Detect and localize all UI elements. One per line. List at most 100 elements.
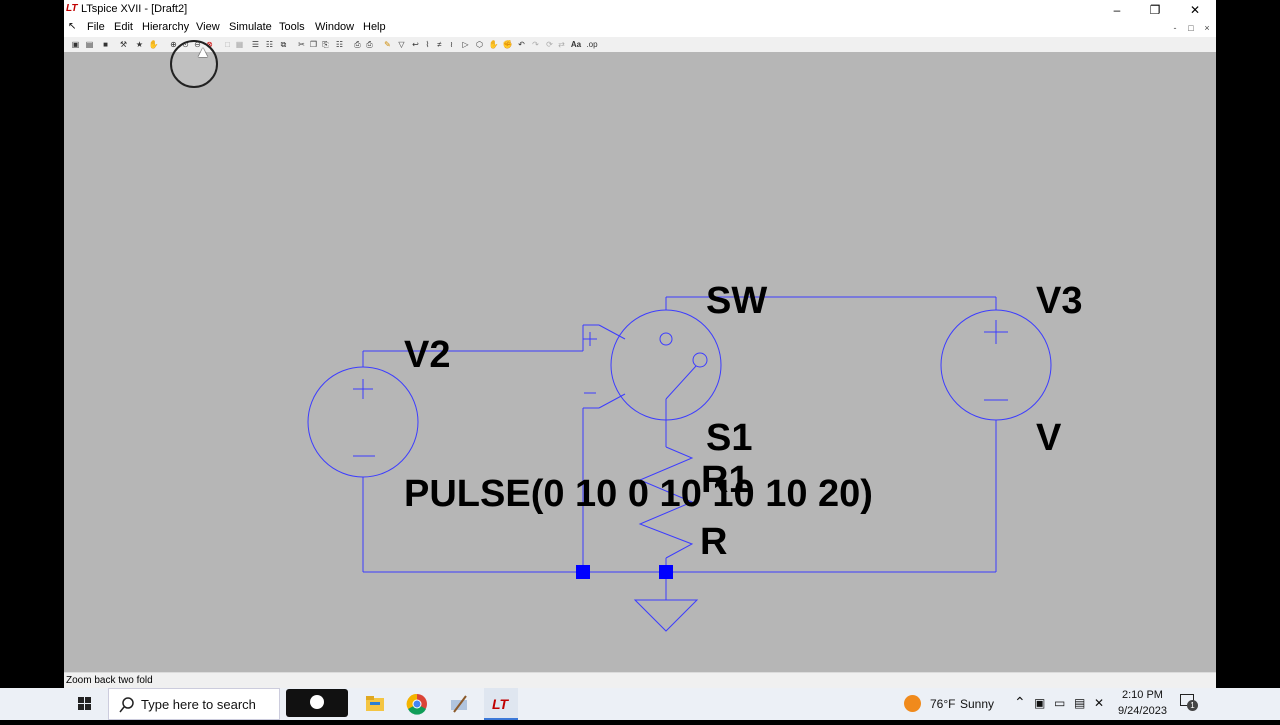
junction-dot [576,565,590,579]
undo-icon[interactable]: ↶ [516,39,527,50]
save-icon[interactable]: ■ [100,39,111,50]
status-message: Zoom back two fold [66,675,153,686]
menu-window[interactable]: Window [315,21,354,33]
tile-horizontal-icon[interactable]: ☰ [250,39,261,50]
text-tool-button[interactable]: Aa [568,39,584,50]
window-title: LTspice XVII - [Draft2] [81,3,188,15]
toolbar: ▣ ▤ ■ ⚒ ★ ✋ ⊕ ⊙ ⊖ ⊗ □ ▦ ☰ ☷ ⧉ ✂ ❐ ⎘ ☷ ⎙ … [64,37,1216,53]
r1-value-label: R [700,521,727,563]
sw-model-label: SW [706,280,767,322]
status-bar: Zoom back two fold [64,672,1216,688]
cascade-icon[interactable]: ⧉ [278,39,289,50]
inductor-icon[interactable]: ≀ [446,39,457,50]
rotate-icon[interactable]: ⟳ [544,39,555,50]
pulse-source-label: PULSE(0 10 0 10 10 10 20) [404,473,873,515]
new-schematic-icon[interactable]: ▣ [70,39,81,50]
draw-wire-icon[interactable]: ✎ [382,39,393,50]
menu-hierarchy[interactable]: Hierarchy [142,21,189,33]
menu-file[interactable]: File [87,21,105,33]
switch-arm [665,365,697,400]
meet-now-icon[interactable]: ▣ [1034,696,1045,710]
mdi-minimize-button[interactable]: - [1168,21,1182,35]
weather-desc: Sunny [960,697,995,711]
wire [598,324,626,340]
capacitor-icon[interactable]: ≠ [434,39,445,50]
minimize-button[interactable]: – [1098,0,1136,20]
close-button[interactable]: ✕ [1176,0,1214,20]
menu-bar: ↖ File Edit Hierarchy View Simulate Tool… [64,20,1216,37]
paintbrush-icon [451,695,467,713]
mirror-icon[interactable]: ⇄ [556,39,567,50]
search-placeholder: Type here to search [141,697,256,712]
s1-name-label: S1 [706,417,752,459]
search-icon [119,697,134,713]
schematic-drawing: V2 V3 V SW S1 R1 R PULSE(0 10 0 10 10 10… [307,280,1082,632]
control-panel-icon[interactable]: ⚒ [118,39,129,50]
component-icon[interactable]: ⬡ [474,39,485,50]
move-icon[interactable]: ✋ [488,39,499,50]
resistor-icon[interactable]: ⌇ [422,39,433,50]
junction-dot [659,565,673,579]
ground-icon[interactable]: ▽ [396,39,407,50]
schematic-canvas[interactable]: V2 V3 V SW S1 R1 R PULSE(0 10 0 10 10 10… [64,40,1216,672]
diode-icon[interactable]: ▷ [460,39,471,50]
notification-count: 1 [1187,700,1198,711]
document-icon[interactable]: ↖ [68,21,76,32]
ground-symbol [633,599,699,632]
paint-app-button[interactable] [444,688,474,720]
mouse-pointer-icon: ▲ [195,44,211,61]
folder-icon [366,696,384,711]
weather-sun-icon[interactable] [904,695,921,712]
open-folder-icon[interactable]: ▤ [84,39,95,50]
chrome-button[interactable] [402,688,432,720]
print-preview-icon[interactable]: ⎙ [364,39,375,50]
taskbar-search-input[interactable]: Type here to search [108,688,280,720]
switch-contact-right [692,352,708,368]
chrome-icon [406,693,427,715]
ltspice-window: LT LTspice XVII - [Draft2] – ❐ ✕ ↖ File … [64,0,1216,688]
title-bar: LT LTspice XVII - [Draft2] – ❐ ✕ [64,0,1216,20]
find-icon[interactable]: ☷ [334,39,345,50]
copy-icon[interactable]: ❐ [308,39,319,50]
battery-icon[interactable]: ▭ [1054,696,1065,710]
network-icon[interactable]: ▤ [1074,696,1085,710]
notifications-button[interactable]: 1 [1180,694,1198,711]
halt-icon[interactable]: ✋ [148,39,159,50]
label-net-icon[interactable]: ↩ [410,39,421,50]
ltspice-icon: LT [492,696,510,712]
volume-muted-icon[interactable]: ✕ [1094,696,1104,710]
menu-help[interactable]: Help [363,21,386,33]
start-button[interactable] [68,688,102,720]
spice-directive-button[interactable]: .op [584,39,600,50]
menu-edit[interactable]: Edit [114,21,133,33]
windows-logo-icon [78,697,91,710]
switch-contact-top [659,332,673,346]
print-icon[interactable]: ⎙ [352,39,363,50]
autorange-icon[interactable]: □ [222,39,233,50]
drag-icon[interactable]: ✊ [502,39,513,50]
mdi-close-button[interactable]: × [1200,21,1214,35]
task-view-app[interactable] [286,689,348,717]
paste-icon[interactable]: ⎘ [320,39,331,50]
svg-text:LT: LT [492,696,510,712]
menu-view[interactable]: View [196,21,220,33]
run-icon[interactable]: ★ [134,39,145,50]
weather-temp: 76°F [930,697,956,711]
apple-icon [310,695,324,709]
menu-tools[interactable]: Tools [279,21,305,33]
cut-icon[interactable]: ✂ [296,39,307,50]
menu-simulate[interactable]: Simulate [229,21,272,33]
grid-icon[interactable]: ▦ [234,39,245,50]
mdi-restore-button[interactable]: □ [1184,21,1198,35]
show-hidden-icons-chevron-icon[interactable]: ⌃ [1014,694,1026,711]
redo-icon[interactable]: ↷ [530,39,541,50]
file-explorer-button[interactable] [360,688,390,720]
v3-name-label: V3 [1036,280,1082,322]
v3-value-label: V [1036,417,1062,459]
clock-date[interactable]: 9/24/2023 [1118,705,1167,717]
ltspice-taskbar-button[interactable]: LT [484,688,518,720]
restore-button[interactable]: ❐ [1136,0,1174,20]
ltspice-app-icon: LT [66,3,78,14]
tile-vertical-icon[interactable]: ☷ [264,39,275,50]
clock-time[interactable]: 2:10 PM [1122,689,1163,701]
